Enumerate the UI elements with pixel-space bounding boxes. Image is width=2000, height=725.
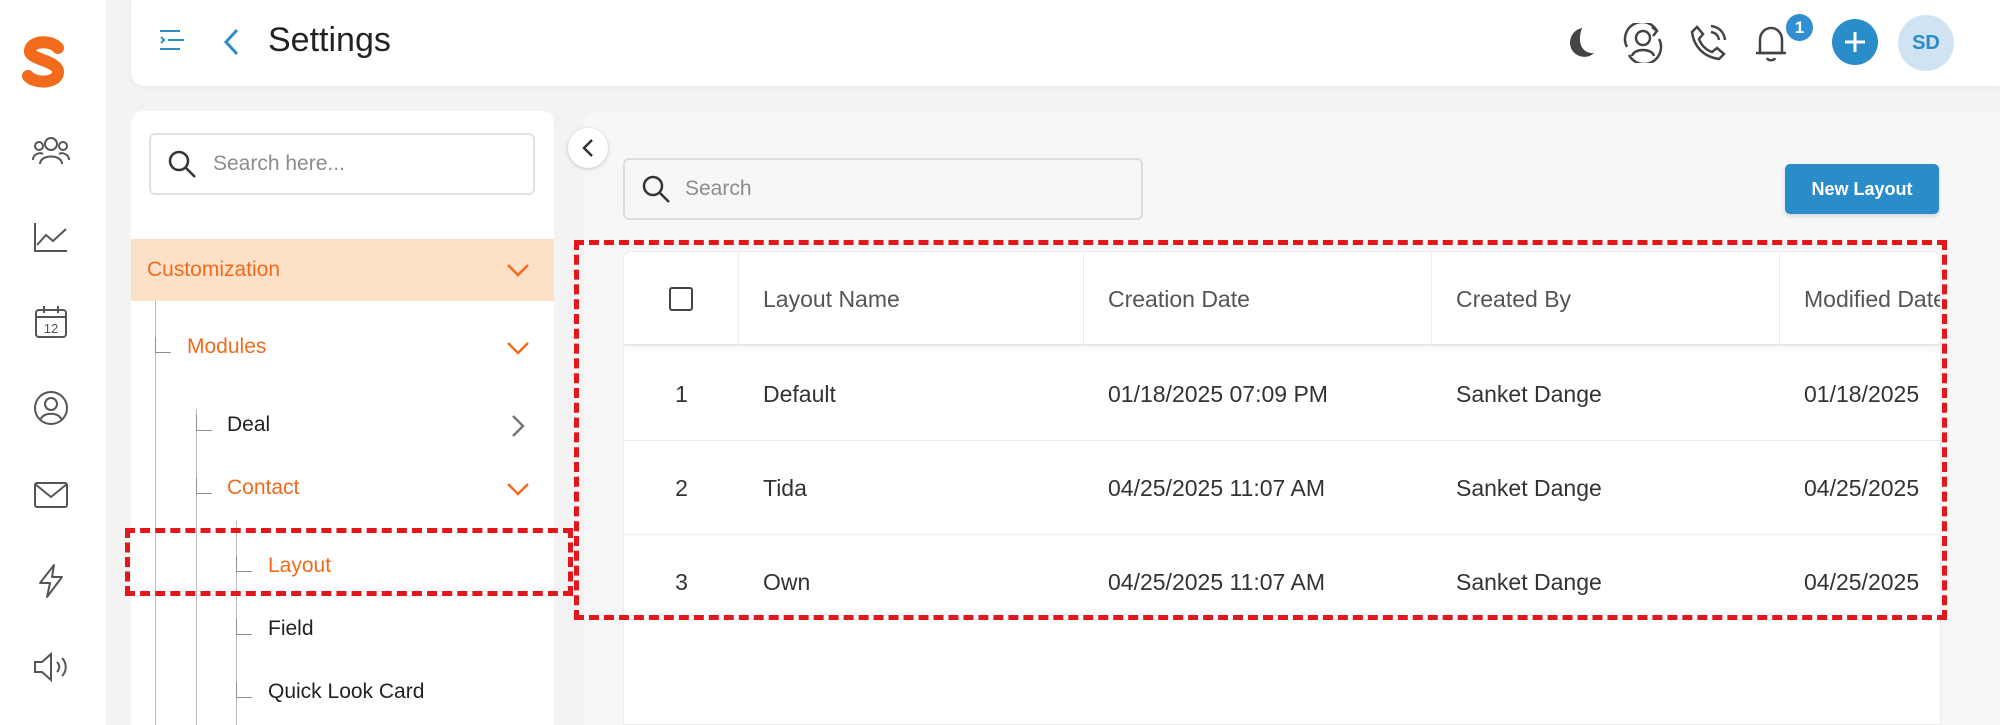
layouts-panel: Search New Layout Layout Name Creation D… bbox=[585, 111, 2000, 725]
avatar[interactable]: SD bbox=[1898, 15, 1954, 71]
chevron-down-icon[interactable] bbox=[503, 255, 533, 285]
nav-contact[interactable]: Contact bbox=[227, 474, 299, 502]
creation-date-cell: 04/25/2025 11:07 AM bbox=[1108, 475, 1325, 501]
tree-elbow bbox=[236, 619, 252, 635]
modified-date-cell: 04/25/2025 bbox=[1804, 569, 1920, 595]
row-index: 3 bbox=[675, 569, 688, 595]
chevron-down-icon[interactable] bbox=[503, 474, 533, 504]
user-sync-icon[interactable] bbox=[1620, 20, 1666, 66]
page-title: Settings bbox=[268, 21, 391, 59]
chevron-left-icon bbox=[582, 139, 593, 157]
add-button[interactable] bbox=[1832, 19, 1878, 65]
dark-mode-icon[interactable] bbox=[1555, 20, 1601, 66]
contact-icon[interactable] bbox=[28, 385, 74, 431]
nav-layout[interactable]: Layout bbox=[268, 552, 331, 580]
search-icon bbox=[642, 175, 670, 203]
modified-date-cell: 01/18/2025 bbox=[1804, 381, 1920, 407]
nav-field[interactable]: Field bbox=[268, 615, 314, 643]
created-by-cell: Sanket Dange bbox=[1456, 381, 1602, 407]
column-header[interactable]: Creation Date bbox=[1084, 252, 1432, 346]
logo-icon[interactable] bbox=[18, 36, 70, 88]
tree-elbow bbox=[236, 682, 252, 698]
table-row[interactable]: 1 Default 01/18/2025 07:09 PM Sanket Dan… bbox=[624, 348, 1940, 441]
table-row[interactable]: 3 Own 04/25/2025 11:07 AM Sanket Dange 0… bbox=[624, 536, 1940, 629]
new-layout-button[interactable]: New Layout bbox=[1785, 164, 1939, 214]
speaker-icon[interactable] bbox=[28, 644, 74, 690]
menu-toggle-icon[interactable] bbox=[154, 22, 190, 58]
back-chevron-icon[interactable] bbox=[213, 22, 249, 62]
nav-customization-label: Customization bbox=[147, 258, 281, 281]
tree-line bbox=[196, 409, 197, 725]
svg-text:12: 12 bbox=[44, 321, 58, 336]
chevron-down-icon[interactable] bbox=[503, 333, 533, 363]
created-by-cell: Sanket Dange bbox=[1456, 475, 1602, 501]
notification-badge: 1 bbox=[1784, 12, 1815, 43]
modified-date-cell: 04/25/2025 bbox=[1804, 475, 1920, 501]
users-icon[interactable] bbox=[28, 128, 74, 174]
phone-icon[interactable] bbox=[1685, 20, 1731, 66]
layout-name-cell[interactable]: Default bbox=[739, 348, 836, 441]
tree-elbow bbox=[236, 556, 252, 572]
creation-date-cell: 01/18/2025 07:09 PM bbox=[1108, 381, 1328, 407]
nav-deal[interactable]: Deal bbox=[227, 411, 270, 439]
nav-modules[interactable]: Modules bbox=[187, 333, 266, 361]
row-index: 2 bbox=[675, 475, 688, 501]
select-all-checkbox[interactable] bbox=[669, 287, 693, 311]
table-header: Layout Name Creation Date Created By Mod… bbox=[624, 252, 1940, 346]
tree-elbow bbox=[196, 478, 212, 494]
settings-search-placeholder: Search here... bbox=[213, 152, 345, 175]
chevron-right-icon[interactable] bbox=[503, 411, 533, 441]
tree-line bbox=[155, 301, 156, 725]
layout-search-input[interactable]: Search bbox=[623, 158, 1143, 220]
layouts-table: Layout Name Creation Date Created By Mod… bbox=[623, 251, 1941, 725]
tree-elbow bbox=[196, 415, 212, 431]
layout-name-cell[interactable]: Own bbox=[739, 536, 810, 629]
collapse-sidebar-button[interactable] bbox=[568, 128, 608, 168]
layout-search-placeholder: Search bbox=[685, 177, 752, 200]
layout-name-cell[interactable]: Tida bbox=[739, 442, 807, 535]
top-header: Settings 1 SD bbox=[131, 0, 2000, 86]
search-icon bbox=[168, 150, 196, 178]
tree-elbow bbox=[155, 337, 171, 353]
settings-nav-panel: Search here... Customization Modules Dea… bbox=[131, 111, 554, 725]
mail-icon[interactable] bbox=[28, 472, 74, 518]
nav-quick-look-card[interactable]: Quick Look Card bbox=[268, 678, 424, 706]
column-header[interactable]: Created By bbox=[1432, 252, 1780, 346]
left-rail: 12 bbox=[0, 0, 106, 725]
row-index: 1 bbox=[675, 381, 688, 407]
creation-date-cell: 04/25/2025 11:07 AM bbox=[1108, 569, 1325, 595]
column-header[interactable]: Modified Date bbox=[1780, 252, 1940, 346]
settings-search-input[interactable]: Search here... bbox=[149, 133, 535, 195]
created-by-cell: Sanket Dange bbox=[1456, 569, 1602, 595]
table-row[interactable]: 2 Tida 04/25/2025 11:07 AM Sanket Dange … bbox=[624, 442, 1940, 535]
column-header[interactable]: Layout Name bbox=[739, 252, 1084, 346]
select-all-cell bbox=[624, 252, 739, 346]
chart-icon[interactable] bbox=[28, 214, 74, 260]
bolt-icon[interactable] bbox=[28, 558, 74, 604]
calendar-icon[interactable]: 12 bbox=[28, 299, 74, 345]
